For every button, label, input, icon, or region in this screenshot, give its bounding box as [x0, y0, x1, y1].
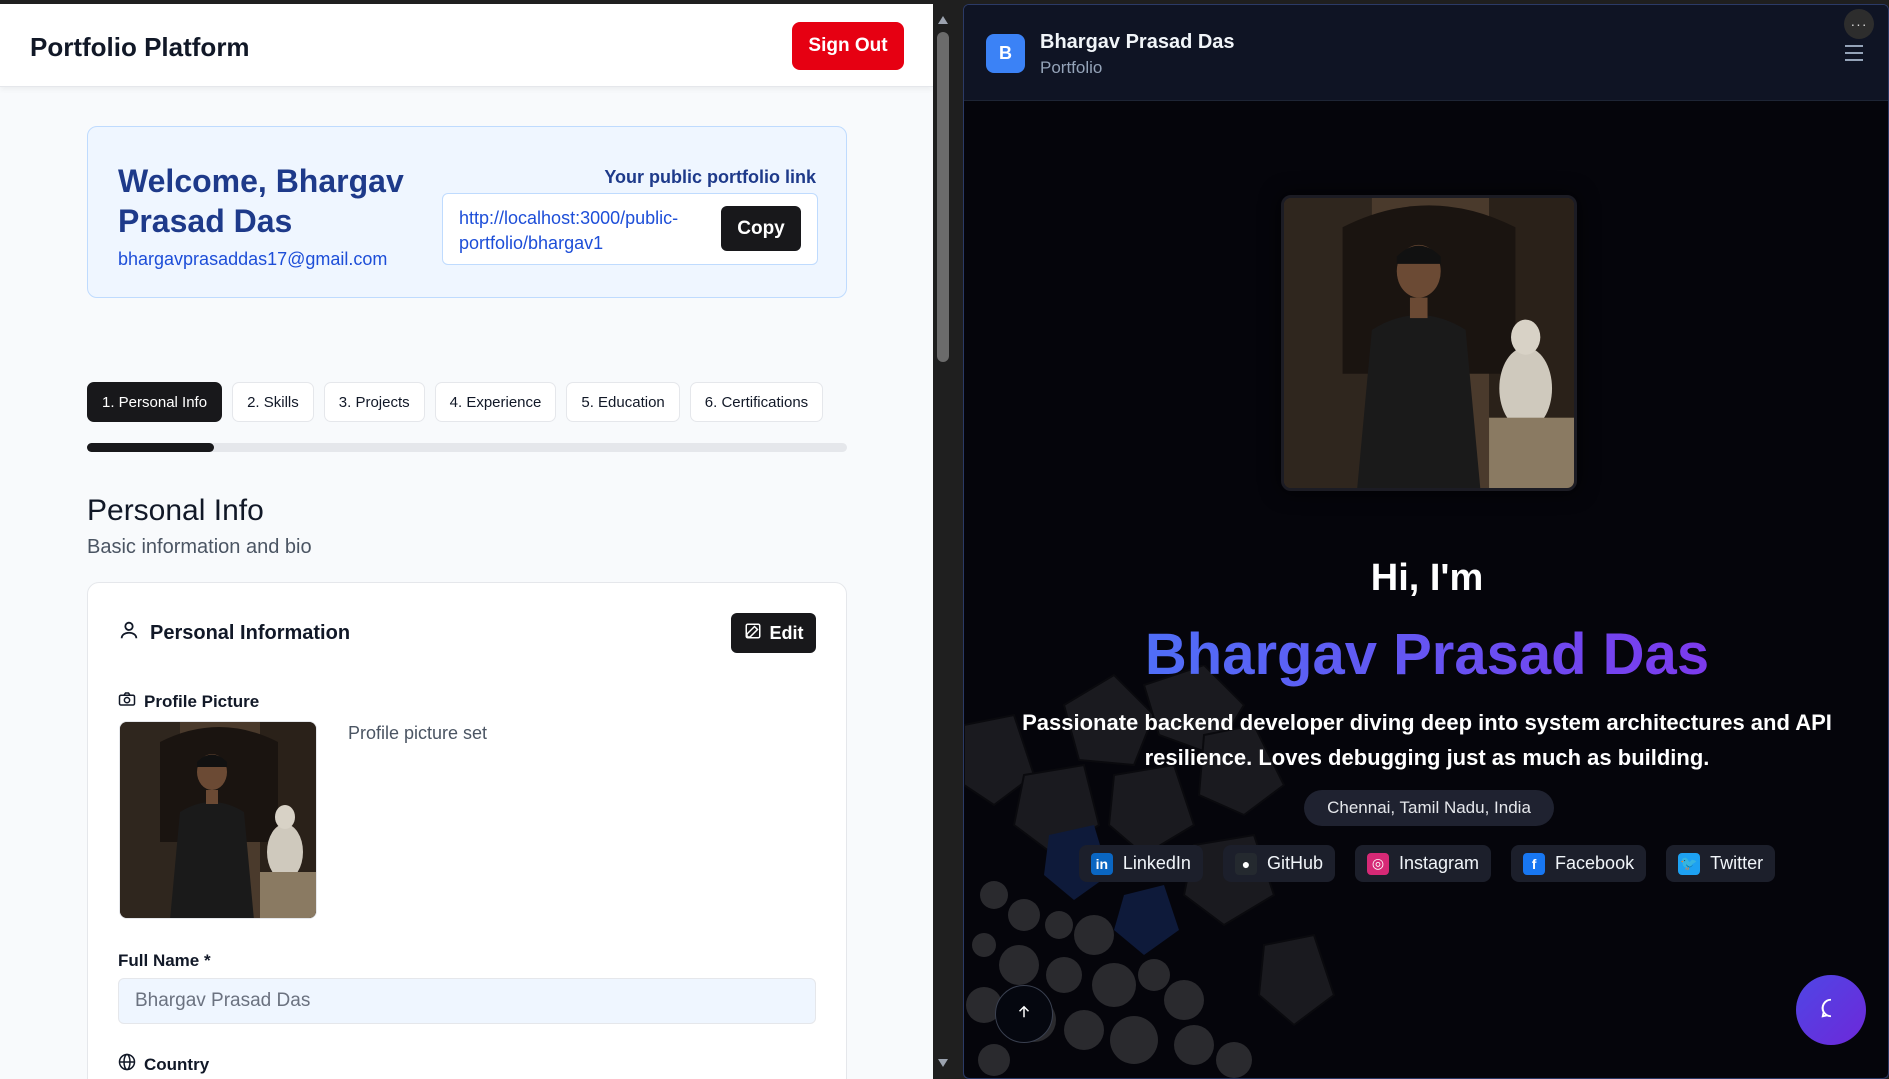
full-name-input[interactable] [118, 978, 816, 1024]
social-link-label: Twitter [1710, 853, 1764, 873]
profile-picture-label: Profile Picture [144, 691, 260, 711]
preview-header-name: Bhargav Prasad Das [1040, 31, 1235, 53]
social-link-twitter[interactable]: 🐦 Twitter [1666, 845, 1776, 882]
chat-icon [1820, 997, 1842, 1024]
user-icon [118, 619, 140, 647]
linkedin-icon: in [1090, 852, 1113, 875]
hero-bio: Passionate backend developer diving deep… [1022, 710, 1832, 770]
preview-header-subtitle: Portfolio [1040, 58, 1103, 77]
social-link-facebook[interactable]: f Facebook [1511, 845, 1647, 882]
scrollbar-thumb[interactable] [937, 32, 949, 362]
arrow-up-icon [1015, 1003, 1033, 1026]
step-tab-1[interactable]: 1. Personal Info [87, 382, 223, 422]
hero-greeting: Hi, I'm [1370, 557, 1484, 599]
public-link-label: Your public portfolio link [604, 167, 816, 187]
brand-title: Portfolio Platform [30, 32, 250, 62]
step-tab-4[interactable]: 4. Experience [434, 382, 557, 422]
step-progress-fill [87, 443, 214, 452]
scroll-down-arrow-icon[interactable] [938, 1059, 948, 1067]
scroll-up-arrow-icon[interactable] [938, 16, 948, 24]
social-link-label: Facebook [1555, 853, 1635, 873]
welcome-card: Welcome, Bhargav Prasad Das bhargavprasa… [87, 126, 847, 298]
step-progress-bar [87, 443, 847, 452]
section-subtitle: Basic information and bio [87, 536, 312, 558]
public-link-box: http://localhost:3000/public-portfolio/b… [442, 193, 818, 265]
twitter-icon: 🐦 [1678, 852, 1701, 875]
facebook-icon: f [1523, 852, 1546, 875]
country-label: Country [144, 1054, 210, 1074]
copy-link-button[interactable]: Copy [721, 206, 801, 251]
top-navbar: Portfolio Platform Sign Out [0, 4, 933, 87]
country-label-row: Country [118, 1053, 209, 1076]
sign-out-button[interactable]: Sign Out [792, 22, 904, 70]
editor-pane: Portfolio Platform Sign Out Welcome, Bha… [0, 4, 933, 1079]
instagram-icon: ◎ [1366, 852, 1389, 875]
step-tab-2[interactable]: 2. Skills [232, 382, 314, 422]
globe-icon [118, 1053, 136, 1076]
chat-button[interactable] [1796, 975, 1866, 1045]
section-title: Personal Info [87, 494, 264, 527]
edit-button[interactable]: Edit [731, 613, 816, 653]
camera-icon [118, 691, 136, 712]
hero-name: Bhargav Prasad Das [964, 621, 1888, 688]
preview-avatar: B [986, 34, 1025, 73]
user-email: bhargavprasaddas17@gmail.com [118, 249, 388, 269]
hamburger-menu-icon[interactable] [1845, 45, 1863, 61]
editor-scrollbar[interactable] [933, 4, 953, 1079]
hero-name-text: Bhargav Prasad Das [1144, 622, 1710, 687]
step-tab-3[interactable]: 3. Projects [323, 382, 425, 422]
preview-header: B Bhargav Prasad Das Portfolio ··· [964, 5, 1888, 101]
profile-picture-label-row: Profile Picture [118, 691, 259, 712]
location-badge: Chennai, Tamil Nadu, India [1304, 790, 1554, 826]
edit-icon [744, 622, 762, 645]
social-link-linkedin[interactable]: in LinkedIn [1078, 845, 1203, 882]
step-tab-6[interactable]: 6. Certifications [689, 382, 824, 422]
step-tabs: 1. Personal Info 2. Skills 3. Projects 4. E… [87, 382, 824, 422]
social-link-label: GitHub [1266, 853, 1323, 873]
full-name-label: Full Name * [118, 951, 211, 970]
welcome-heading: Welcome, Bhargav Prasad Das [118, 163, 404, 239]
public-link-url[interactable]: http://localhost:3000/public-portfolio/b… [459, 206, 689, 256]
card-header: Personal Information [118, 619, 350, 647]
social-link-instagram[interactable]: ◎ Instagram [1354, 845, 1492, 882]
personal-info-card: Personal Information Edit Profile Pictur… [87, 582, 847, 1079]
social-links: in LinkedIn ● GitHub ◎ Instagram f Facebook 🐦 Twi… [964, 845, 1888, 882]
scroll-to-top-button[interactable] [995, 985, 1053, 1043]
social-link-github[interactable]: ● GitHub [1222, 845, 1335, 882]
profile-picture-status: Profile picture set [348, 723, 488, 743]
github-icon: ● [1234, 852, 1257, 875]
hero-profile-image [1281, 195, 1577, 491]
social-link-label: LinkedIn [1122, 853, 1191, 873]
preview-pane: B Bhargav Prasad Das Portfolio ··· Hi, I… [963, 4, 1889, 1079]
social-link-label: Instagram [1398, 853, 1480, 873]
profile-picture-thumbnail[interactable] [119, 721, 317, 919]
more-options-icon[interactable]: ··· [1844, 9, 1874, 39]
step-tab-5[interactable]: 5. Education [566, 382, 680, 422]
edit-label: Edit [769, 622, 804, 643]
card-title: Personal Information [150, 621, 351, 644]
